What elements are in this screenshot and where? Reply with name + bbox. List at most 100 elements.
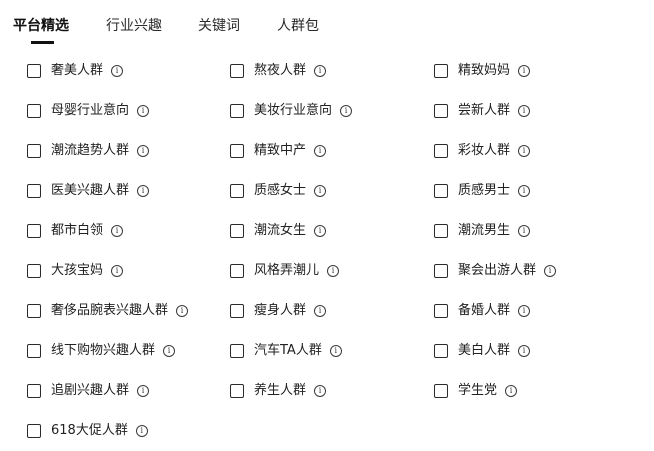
checkbox-icon[interactable] <box>27 64 41 78</box>
checkbox-icon[interactable] <box>230 184 244 198</box>
checkbox-icon[interactable] <box>27 104 41 118</box>
checkbox-icon[interactable] <box>434 304 448 318</box>
option-item[interactable]: 质感女士 i <box>230 179 327 203</box>
checkbox-icon[interactable] <box>434 224 448 238</box>
info-icon[interactable]: i <box>518 305 531 317</box>
info-icon[interactable]: i <box>340 105 353 117</box>
info-icon[interactable]: i <box>518 105 531 117</box>
option-item[interactable]: 风格弄潮儿 i <box>230 259 340 283</box>
info-icon[interactable]: i <box>314 145 327 157</box>
info-icon[interactable]: i <box>111 265 124 277</box>
option-item[interactable]: 线下购物兴趣人群 i <box>27 339 176 363</box>
info-icon[interactable]: i <box>544 265 557 277</box>
info-icon[interactable]: i <box>137 145 150 157</box>
option-item[interactable]: 医美兴趣人群 i <box>27 179 150 203</box>
checkbox-icon[interactable] <box>230 304 244 318</box>
checkbox-icon[interactable] <box>27 304 41 318</box>
option-item[interactable]: 养生人群 i <box>230 379 327 403</box>
option-label: 瘦身人群 <box>254 303 307 318</box>
info-icon[interactable]: i <box>163 345 176 357</box>
info-icon[interactable]: i <box>137 105 150 117</box>
option-item[interactable]: 潮流趋势人群 i <box>27 139 150 163</box>
checkbox-icon[interactable] <box>230 264 244 278</box>
option-label: 备婚人群 <box>458 303 511 318</box>
option-item[interactable]: 潮流女生 i <box>230 219 327 243</box>
info-icon[interactable]: i <box>314 65 327 77</box>
option-item[interactable]: 尝新人群 i <box>434 99 531 123</box>
option-label: 精致妈妈 <box>458 63 511 78</box>
option-item[interactable]: 瘦身人群 i <box>230 299 327 323</box>
option-item[interactable]: 汽车TA人群 i <box>230 339 342 363</box>
checkbox-icon[interactable] <box>230 64 244 78</box>
checkbox-icon[interactable] <box>434 264 448 278</box>
option-item[interactable]: 熬夜人群 i <box>230 59 327 83</box>
info-icon[interactable]: i <box>314 185 327 197</box>
option-label: 养生人群 <box>254 383 307 398</box>
checkbox-icon[interactable] <box>230 344 244 358</box>
info-icon[interactable]: i <box>137 185 150 197</box>
option-item[interactable]: 奢美人群 i <box>27 59 124 83</box>
info-icon[interactable]: i <box>327 265 340 277</box>
checkbox-icon[interactable] <box>434 184 448 198</box>
checkbox-icon[interactable] <box>434 384 448 398</box>
info-icon[interactable]: i <box>314 225 327 237</box>
checkbox-icon[interactable] <box>27 344 41 358</box>
info-icon[interactable]: i <box>111 65 124 77</box>
option-label: 潮流趋势人群 <box>51 143 130 158</box>
info-icon[interactable]: i <box>314 385 327 397</box>
option-item[interactable]: 聚会出游人群 i <box>434 259 557 283</box>
checkbox-icon[interactable] <box>230 384 244 398</box>
checkbox-icon[interactable] <box>434 144 448 158</box>
checkbox-icon[interactable] <box>434 344 448 358</box>
info-icon[interactable]: i <box>518 225 531 237</box>
option-label: 质感女士 <box>254 183 307 198</box>
option-item[interactable]: 大孩宝妈 i <box>27 259 124 283</box>
info-icon[interactable]: i <box>518 145 531 157</box>
checkbox-icon[interactable] <box>434 104 448 118</box>
option-item[interactable]: 美白人群 i <box>434 339 531 363</box>
option-label: 潮流女生 <box>254 223 307 238</box>
checkbox-icon[interactable] <box>434 64 448 78</box>
checkbox-icon[interactable] <box>27 384 41 398</box>
option-item[interactable]: 潮流男生 i <box>434 219 531 243</box>
checkbox-icon[interactable] <box>230 144 244 158</box>
info-icon[interactable]: i <box>518 65 531 77</box>
option-label: 618大促人群 <box>51 423 128 438</box>
info-icon[interactable]: i <box>314 305 327 317</box>
option-label: 美白人群 <box>458 343 511 358</box>
option-label: 熬夜人群 <box>254 63 307 78</box>
option-label: 美妆行业意向 <box>254 103 333 118</box>
option-item[interactable]: 618大促人群 i <box>27 419 148 443</box>
option-item[interactable]: 都市白领 i <box>27 219 124 243</box>
checkbox-icon[interactable] <box>27 224 41 238</box>
checkbox-icon[interactable] <box>230 224 244 238</box>
info-icon[interactable]: i <box>505 385 518 397</box>
option-label: 彩妆人群 <box>458 143 511 158</box>
checkbox-icon[interactable] <box>27 264 41 278</box>
option-label: 精致中产 <box>254 143 307 158</box>
option-item[interactable]: 备婚人群 i <box>434 299 531 323</box>
option-item[interactable]: 奢侈品腕表兴趣人群 i <box>27 299 189 323</box>
info-icon[interactable]: i <box>518 185 531 197</box>
info-icon[interactable]: i <box>176 305 189 317</box>
checkbox-icon[interactable] <box>27 144 41 158</box>
option-item[interactable]: 质感男士 i <box>434 179 531 203</box>
checkbox-icon[interactable] <box>27 184 41 198</box>
info-icon[interactable]: i <box>135 425 148 437</box>
option-item[interactable]: 学生党 i <box>434 379 518 403</box>
option-label: 聚会出游人群 <box>458 263 537 278</box>
option-item[interactable]: 美妆行业意向 i <box>230 99 353 123</box>
option-item[interactable]: 彩妆人群 i <box>434 139 531 163</box>
audience-option-grid: 奢美人群 i 熬夜人群 i 精致妈妈 i 母婴行业意向 i 美妆行业意向 i 尝… <box>0 0 654 451</box>
option-item[interactable]: 追剧兴趣人群 i <box>27 379 150 403</box>
option-item[interactable]: 母婴行业意向 i <box>27 99 150 123</box>
info-icon[interactable]: i <box>137 385 150 397</box>
info-icon[interactable]: i <box>329 345 342 357</box>
info-icon[interactable]: i <box>518 345 531 357</box>
option-item[interactable]: 精致中产 i <box>230 139 327 163</box>
option-label: 奢侈品腕表兴趣人群 <box>51 303 169 318</box>
option-item[interactable]: 精致妈妈 i <box>434 59 531 83</box>
checkbox-icon[interactable] <box>230 104 244 118</box>
checkbox-icon[interactable] <box>27 424 41 438</box>
info-icon[interactable]: i <box>111 225 124 237</box>
